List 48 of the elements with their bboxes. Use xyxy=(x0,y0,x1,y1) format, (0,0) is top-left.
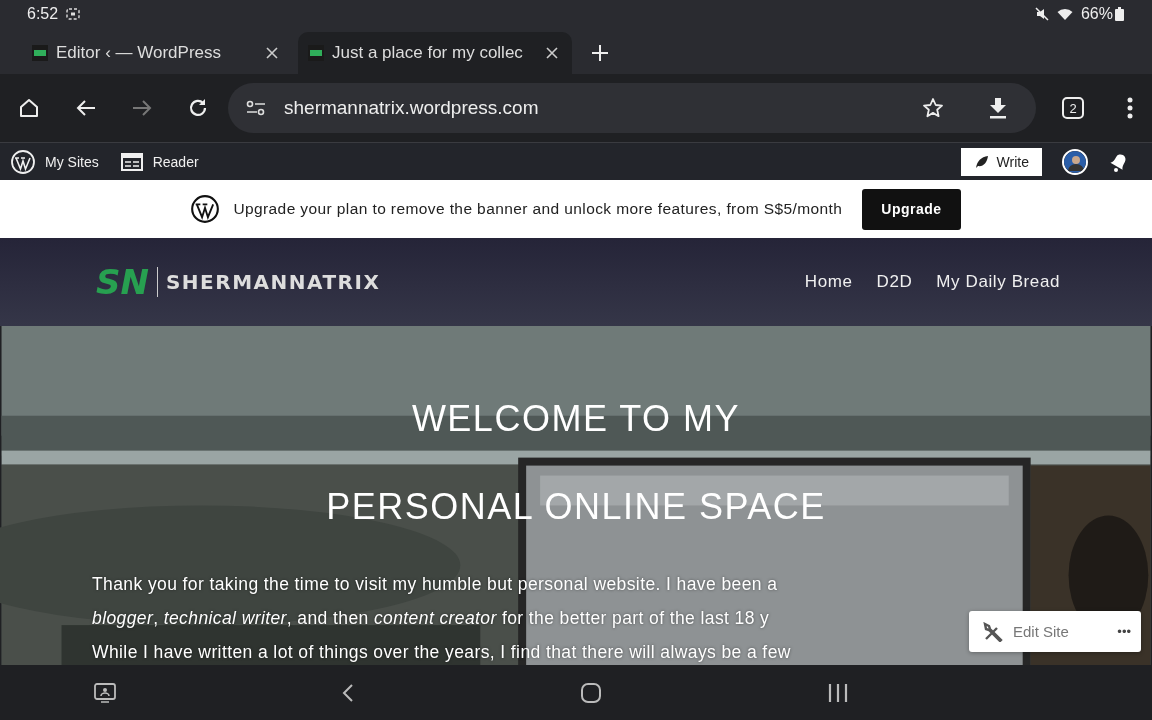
more-options-button[interactable]: ••• xyxy=(1117,624,1131,639)
more-icon[interactable] xyxy=(1127,97,1133,119)
new-tab-icon[interactable] xyxy=(592,45,608,61)
battery-level: 66% xyxy=(1080,5,1113,23)
star-icon[interactable] xyxy=(922,97,944,119)
nav-link[interactable]: My Daily Bread xyxy=(936,272,1060,292)
battery-icon xyxy=(1115,7,1124,21)
wifi-icon xyxy=(1056,7,1073,21)
admin-menu-item[interactable]: Reader xyxy=(120,149,199,174)
tools-icon xyxy=(983,621,1003,642)
browser-tab[interactable]: Just a place for my collec xyxy=(298,32,572,74)
screenshot-icon[interactable] xyxy=(92,681,117,704)
home-nav-icon[interactable] xyxy=(579,681,602,704)
write-button[interactable]: Write xyxy=(960,147,1042,176)
browser-tab[interactable]: Editor ‹ — WordPress xyxy=(22,32,292,74)
url-text: shermannatrix.wordpress.com xyxy=(284,97,539,119)
mute-icon xyxy=(1034,7,1049,21)
back-nav-icon[interactable] xyxy=(342,682,355,703)
site-favicon xyxy=(32,45,48,61)
banner-text: Upgrade your plan to remove the banner and unlock more features, from S$5/month xyxy=(233,200,843,218)
download-icon[interactable] xyxy=(988,97,1008,119)
upgrade-button[interactable]: Upgrade xyxy=(862,188,961,230)
recent-apps-icon[interactable] xyxy=(827,682,850,703)
address-bar[interactable]: shermannatrix.wordpress.com xyxy=(228,83,1036,133)
screen-record-icon xyxy=(66,8,81,20)
reader-icon xyxy=(120,152,143,171)
close-icon[interactable] xyxy=(266,47,278,59)
nav-link[interactable]: Home xyxy=(804,272,853,292)
tab-count-button[interactable]: 2 xyxy=(1062,97,1084,119)
wordpress-icon xyxy=(11,149,35,174)
clock-time: 6:52 xyxy=(27,5,59,23)
close-icon[interactable] xyxy=(546,47,558,59)
feather-icon xyxy=(974,154,989,169)
site-favicon xyxy=(308,45,324,61)
hero-heading: WELCOME TO MY PERSONAL ONLINE SPACE xyxy=(326,397,826,529)
nav-link[interactable]: D2D xyxy=(876,272,913,292)
home-icon[interactable] xyxy=(18,97,40,119)
edit-site-button[interactable]: Edit Site xyxy=(983,621,1069,642)
site-settings-icon[interactable] xyxy=(246,100,266,116)
tab-title: Just a place for my collec xyxy=(332,43,524,63)
avatar[interactable] xyxy=(1062,148,1088,175)
wordpress-icon xyxy=(191,195,220,223)
logo-mark[interactable]: SN xyxy=(96,267,158,297)
site-title[interactable]: SHERMANNATRIX xyxy=(157,270,381,294)
admin-menu-item[interactable]: My Sites xyxy=(11,149,99,174)
tab-title: Editor ‹ — WordPress xyxy=(56,43,222,63)
reload-icon[interactable] xyxy=(187,97,209,119)
person-icon xyxy=(1064,150,1086,173)
